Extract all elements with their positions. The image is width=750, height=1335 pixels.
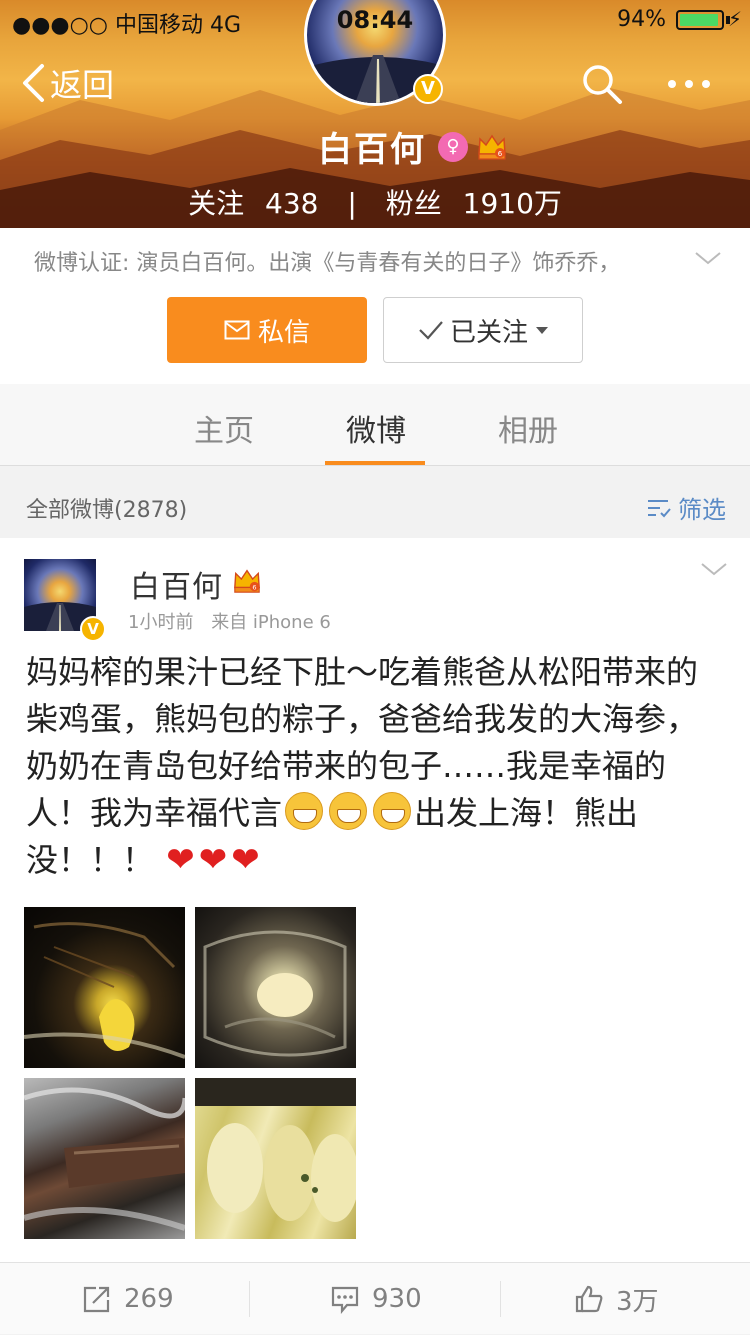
filter-icon <box>648 499 671 517</box>
back-arrow-icon <box>23 64 44 102</box>
stats-separator: | <box>347 187 357 220</box>
filter-button[interactable]: 筛选 <box>646 490 726 525</box>
vip-crown-icon[interactable]: 6 <box>476 130 508 162</box>
tab-album[interactable]: 相册 <box>498 406 558 450</box>
message-button[interactable]: 私信 <box>167 297 367 363</box>
search-icon[interactable] <box>580 62 624 106</box>
followed-button[interactable]: 已关注 <box>383 297 583 363</box>
fans-count[interactable]: 1910万 <box>463 187 562 220</box>
comment-count: 930 <box>372 1284 422 1314</box>
message-label: 私信 <box>257 317 310 348</box>
following-count[interactable]: 438 <box>265 187 318 220</box>
heart-emoji-icon: ❤ <box>198 840 228 880</box>
back-label: 返回 <box>50 66 115 104</box>
comment-button[interactable]: 930 <box>330 1263 422 1335</box>
post-time: 1小时前 <box>128 612 194 633</box>
action-divider <box>500 1281 501 1317</box>
more-options-icon[interactable] <box>664 66 714 102</box>
thumbs-up-icon <box>575 1285 603 1313</box>
photo-4-image <box>195 1078 356 1222</box>
followed-label: 已关注 <box>449 317 528 348</box>
post-options-chevron-icon[interactable] <box>700 560 728 578</box>
post-vip-crown-icon[interactable]: 6 <box>232 565 262 595</box>
filter-bar: 全部微博(2878) 筛选 <box>0 466 750 536</box>
profile-tabs: 主页 微博 相册 <box>0 384 750 466</box>
back-button[interactable]: 返回 <box>20 58 114 108</box>
verification-text: 微博认证: 演员白百何。出演《与青春有关的日子》饰乔乔， <box>34 251 621 276</box>
grin-emoji-icon <box>329 792 368 830</box>
post-source: 来自 iPhone 6 <box>211 612 331 633</box>
repost-icon <box>83 1286 110 1313</box>
heart-emoji-icon: ❤ <box>166 840 195 880</box>
mail-icon <box>224 320 250 340</box>
tab-home[interactable]: 主页 <box>194 406 254 450</box>
post-photo-2[interactable] <box>195 907 356 1068</box>
post-photo-4[interactable] <box>195 1078 356 1239</box>
post-meta: 1小时前 来自 iPhone 6 <box>128 608 331 634</box>
like-button[interactable]: 3万 <box>574 1263 659 1335</box>
filter-label: 筛选 <box>678 496 726 524</box>
chevron-down-icon[interactable] <box>694 248 722 268</box>
female-icon: ♀ <box>438 132 468 162</box>
fans-label[interactable]: 粉丝 <box>386 187 442 220</box>
profile-header: ●●●○○ 中国移动 4G 94% ⚡ V 08:44 返回 白百何 ♀ 6 关… <box>0 0 750 228</box>
check-icon <box>419 321 443 340</box>
post-photo-3[interactable] <box>24 1078 185 1239</box>
post-content: 妈妈榨的果汁已经下肚～吃着熊爸从松阳带来的柴鸡蛋，熊妈包的粽子，爸爸给我发的大海… <box>26 649 726 884</box>
grin-emoji-icon <box>373 792 412 830</box>
comment-icon <box>331 1286 359 1314</box>
follow-stats: 关注 438 | 粉丝 1910万 <box>0 182 750 222</box>
post-author-name[interactable]: 白百何 <box>130 562 223 606</box>
all-weibo-count: 全部微博(2878) <box>26 498 188 523</box>
photo-1-image <box>24 922 185 1059</box>
post-action-bar: 269 930 3万 <box>0 1262 750 1334</box>
profile-name: 白百何 <box>318 130 426 170</box>
profile-info: 微博认证: 演员白百何。出演《与青春有关的日子》饰乔乔， 私信 已关注 <box>0 228 750 384</box>
verified-badge-icon: V <box>413 74 443 104</box>
photo-2-image <box>203 930 347 1057</box>
status-time: 08:44 <box>336 6 414 34</box>
dropdown-caret-icon <box>536 326 548 334</box>
svg-text:6: 6 <box>252 583 256 591</box>
following-label[interactable]: 关注 <box>188 187 244 220</box>
grin-emoji-icon <box>285 792 324 830</box>
post-verified-badge-icon: V <box>80 616 106 642</box>
tab-weibo[interactable]: 微博 <box>346 406 406 450</box>
weibo-post: V 白百何 6 1小时前 来自 iPhone 6 妈妈榨的果汁已经下肚～吃着熊爸… <box>0 538 750 1262</box>
svg-text:6: 6 <box>498 150 503 158</box>
post-photo-1[interactable] <box>24 907 185 1068</box>
heart-emoji-icon: ❤ <box>231 840 260 880</box>
photo-3-image <box>24 1087 185 1231</box>
repost-count: 269 <box>124 1284 174 1314</box>
repost-button[interactable]: 269 <box>82 1263 174 1335</box>
active-tab-indicator <box>325 461 425 465</box>
like-count: 3万 <box>616 1286 659 1317</box>
action-divider <box>249 1281 250 1317</box>
